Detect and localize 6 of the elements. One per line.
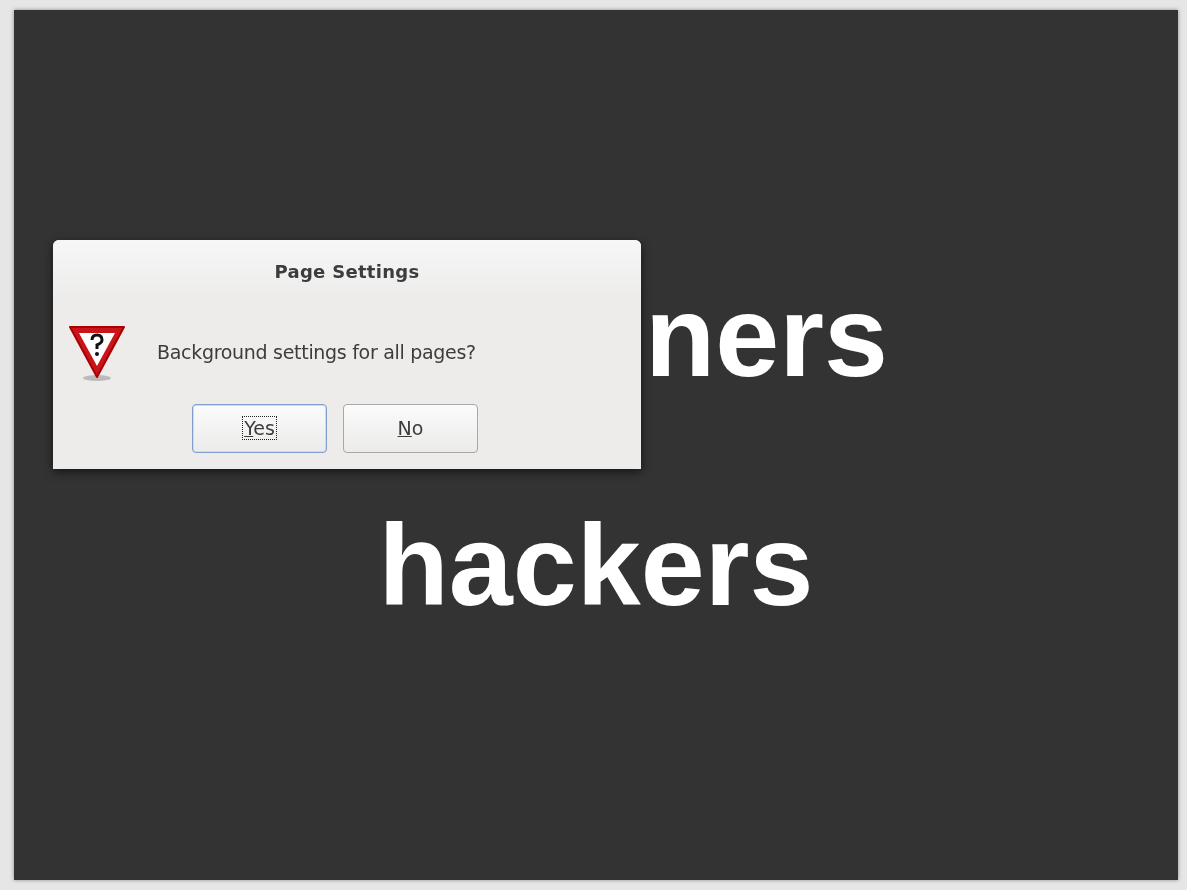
dialog-title: Page Settings xyxy=(274,261,420,282)
slide-text: ners xyxy=(645,279,888,394)
dialog-button[interactable]: Yes xyxy=(192,404,327,453)
dialog-button[interactable]: No xyxy=(343,404,478,453)
dialog-message: Background settings for all pages? xyxy=(157,339,476,365)
slide-text: hackers xyxy=(378,508,814,623)
